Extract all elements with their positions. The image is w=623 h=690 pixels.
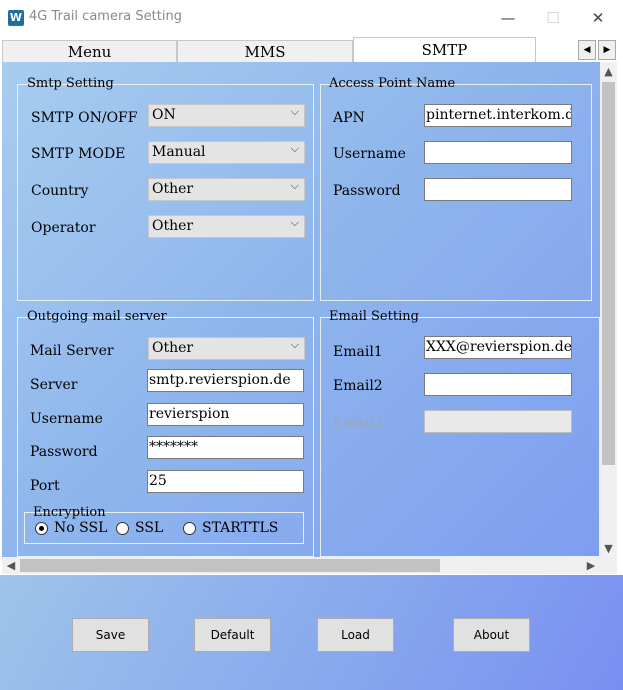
email2-label: Email2 (333, 378, 383, 394)
chevron-down-icon: ⌵ (290, 142, 299, 155)
port-input[interactable]: 25 (147, 470, 304, 493)
server-input[interactable]: smtp.revierspion.de (147, 369, 304, 392)
tab-mms[interactable]: MMS (177, 40, 353, 62)
ssl-label[interactable]: SSL (135, 520, 163, 536)
tab-menu[interactable]: Menu (2, 40, 177, 62)
email2-input[interactable] (424, 373, 572, 396)
outgoing-mail-server-legend: Outgoing mail server (27, 309, 167, 324)
smtp-setting-legend: Smtp Setting (27, 76, 114, 91)
window-title: 4G Trail camera Setting (29, 9, 182, 24)
maximize-button: ☐ (546, 9, 560, 27)
smtp-on-off-label: SMTP ON/OFF (31, 110, 138, 126)
horizontal-scroll-thumb[interactable] (20, 559, 440, 572)
apn-username-input[interactable] (424, 141, 572, 164)
scroll-down-icon[interactable]: ▼ (600, 542, 617, 555)
chevron-right-icon: ▶ (603, 45, 611, 55)
operator-dropdown[interactable]: Other ⌵ (148, 215, 305, 238)
save-button[interactable]: Save (72, 618, 149, 652)
starttls-label[interactable]: STARTTLS (202, 520, 278, 536)
chevron-down-icon: ⌵ (290, 179, 299, 192)
close-button[interactable]: ✕ (583, 6, 613, 30)
apn-password-input[interactable] (424, 178, 572, 201)
mail-server-dropdown[interactable]: Other ⌵ (148, 337, 305, 360)
smtp-on-off-dropdown[interactable]: ON ⌵ (148, 104, 305, 127)
server-label: Server (30, 377, 78, 393)
smtp-password-input[interactable]: ******* (147, 436, 304, 459)
smtp-username-label: Username (30, 411, 103, 427)
email1-label: Email1 (333, 344, 383, 360)
tab-smtp[interactable]: SMTP (353, 37, 536, 62)
chevron-down-icon: ⌵ (290, 216, 299, 229)
vertical-scroll-thumb[interactable] (602, 82, 615, 465)
country-dropdown[interactable]: Other ⌵ (148, 178, 305, 201)
operator-label: Operator (31, 220, 96, 236)
port-label: Port (30, 478, 60, 494)
smtp-mode-dropdown[interactable]: Manual ⌵ (148, 141, 305, 164)
chevron-down-icon: ⌵ (290, 105, 299, 118)
smtp-password-label: Password (30, 444, 98, 460)
ssl-radio[interactable] (116, 522, 129, 535)
apn-legend: Access Point Name (329, 76, 456, 91)
minimize-button[interactable]: — (493, 6, 523, 30)
scroll-left-icon[interactable]: ◀ (4, 559, 18, 572)
email1-input[interactable]: XXX@revierspion.de (424, 336, 572, 359)
smtp-username-input[interactable]: revierspion (147, 403, 304, 426)
email3-input (424, 410, 572, 433)
about-button[interactable]: About (453, 618, 530, 652)
chevron-left-icon: ◀ (583, 45, 591, 55)
no-ssl-radio[interactable] (35, 522, 48, 535)
chevron-down-icon: ⌵ (290, 338, 299, 351)
mail-server-label: Mail Server (30, 343, 114, 359)
scrollbar-corner (600, 557, 617, 574)
apn-password-label: Password (333, 183, 401, 199)
scroll-up-icon[interactable]: ▲ (600, 65, 617, 78)
smtp-mode-label: SMTP MODE (31, 146, 126, 162)
apn-label: APN (333, 110, 365, 126)
country-label: Country (31, 183, 89, 199)
scroll-right-icon[interactable]: ▶ (584, 559, 598, 572)
tab-scroll-left-button[interactable]: ◀ (578, 40, 596, 60)
default-button[interactable]: Default (194, 618, 271, 652)
starttls-radio[interactable] (183, 522, 196, 535)
apn-username-label: Username (333, 146, 406, 162)
load-button[interactable]: Load (317, 618, 394, 652)
encryption-legend: Encryption (33, 505, 106, 520)
email3-label: Email3 (333, 415, 383, 431)
email-setting-legend: Email Setting (329, 309, 419, 324)
app-icon: W (8, 10, 24, 26)
no-ssl-label[interactable]: No SSL (54, 520, 107, 536)
tab-scroll-right-button[interactable]: ▶ (598, 40, 616, 60)
apn-input[interactable]: pinternet.interkom.de (424, 104, 572, 127)
